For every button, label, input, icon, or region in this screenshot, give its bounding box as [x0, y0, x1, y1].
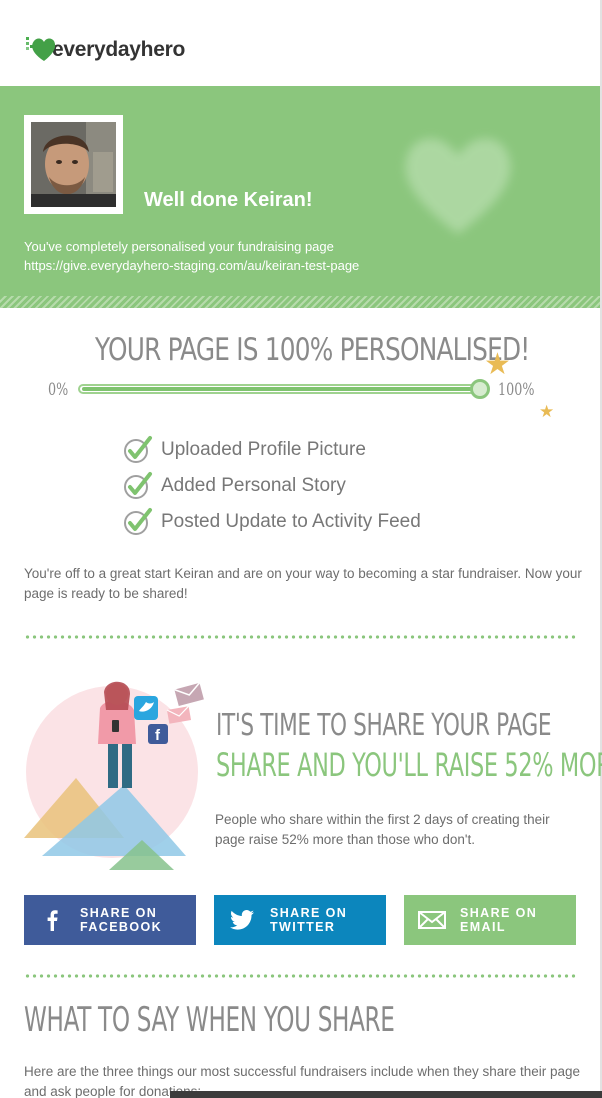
facebook-icon	[24, 909, 80, 931]
logo-text: everydayhero	[52, 38, 185, 61]
personalisation-progress: YOUR PAGE IS 100% PERSONALISED! 0% 100% …	[0, 320, 600, 430]
browser-bottom-bar	[170, 1091, 602, 1098]
share-facebook-button[interactable]: SHARE ON FACEBOOK	[24, 895, 196, 945]
button-line: SHARE ON	[80, 906, 158, 920]
twitter-icon	[214, 910, 270, 930]
button-line: EMAIL	[460, 920, 506, 934]
share-email-button[interactable]: SHARE ON EMAIL	[404, 895, 576, 945]
checklist-label: Uploaded Profile Picture	[161, 439, 366, 460]
share-description: People who share within the first 2 days…	[215, 812, 550, 847]
share-twitter-label: SHARE ON TWITTER	[270, 906, 370, 934]
checklist-label: Added Personal Story	[161, 475, 346, 496]
button-line: TWITTER	[270, 920, 336, 934]
checkmark-icon	[124, 472, 152, 499]
button-line: SHARE ON	[460, 906, 538, 920]
sharing-illustration: f	[24, 681, 204, 870]
intro-paragraph: You're off to a great start Keiran and a…	[24, 566, 582, 601]
checkmark-icon	[124, 508, 152, 535]
progress-title: YOUR PAGE IS 100% PERSONALISED!	[95, 332, 530, 368]
progress-bar-knob	[470, 379, 490, 399]
dotted-divider	[24, 635, 576, 639]
checklist-label: Posted Update to Activity Feed	[161, 511, 421, 532]
envelope-icon	[404, 911, 460, 929]
share-subheading: SHARE AND YOU'LL RAISE 52% MORE	[216, 746, 602, 784]
share-heading: IT'S TIME TO SHARE YOUR PAGE	[216, 708, 552, 743]
cloud-heart-icon	[405, 138, 511, 234]
checklist-item: Uploaded Profile Picture	[123, 432, 421, 468]
button-line: FACEBOOK	[80, 920, 163, 934]
share-twitter-button[interactable]: SHARE ON TWITTER	[214, 895, 386, 945]
progress-start-label: 0%	[48, 380, 69, 400]
what-to-say-title: WHAT TO SAY WHEN YOU SHARE	[24, 1000, 395, 1040]
checklist-item: Posted Update to Activity Feed	[123, 504, 421, 540]
dotted-divider	[24, 974, 576, 978]
hero-banner: Well done Keiran! You've completely pers…	[0, 86, 600, 308]
star-icon: ★	[484, 348, 511, 381]
progress-end-label: 100%	[498, 380, 535, 400]
fundraising-page-url[interactable]: https://give.everydayhero-staging.com/au…	[24, 256, 359, 275]
share-facebook-label: SHARE ON FACEBOOK	[80, 906, 180, 934]
email-header: everydayhero	[0, 0, 600, 86]
hero-stripe-border	[0, 296, 600, 308]
everydayhero-logo[interactable]: everydayhero	[24, 33, 185, 65]
hero-title: Well done Keiran!	[144, 189, 313, 211]
button-line: SHARE ON	[270, 906, 348, 920]
small-star-icon: ★	[539, 402, 555, 421]
checklist-item: Added Personal Story	[123, 468, 421, 504]
hero-subtitle-block: You've completely personalised your fund…	[24, 237, 359, 275]
progress-bar-track	[78, 384, 488, 394]
progress-bar-fill	[82, 387, 484, 391]
hero-subtitle: You've completely personalised your fund…	[24, 239, 334, 254]
heart-logo-icon	[24, 33, 56, 65]
checklist: Uploaded Profile Picture Added Personal …	[123, 432, 421, 540]
profile-picture-frame	[24, 115, 123, 214]
avatar	[31, 122, 116, 207]
share-email-label: SHARE ON EMAIL	[460, 906, 560, 934]
checkmark-icon	[124, 436, 152, 463]
